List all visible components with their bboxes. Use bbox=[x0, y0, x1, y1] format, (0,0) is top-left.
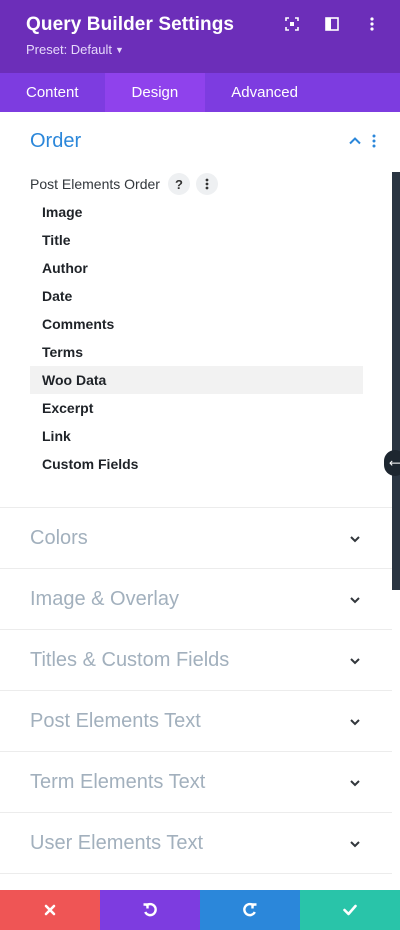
section-image-overlay[interactable]: Image & Overlay bbox=[0, 569, 392, 630]
focus-icon[interactable] bbox=[282, 14, 302, 34]
field-more-icon[interactable] bbox=[195, 173, 218, 195]
section-more-icon[interactable] bbox=[372, 134, 380, 150]
field-label: Post Elements Order bbox=[30, 176, 160, 192]
section-titles-custom-fields[interactable]: Titles & Custom Fields bbox=[0, 630, 392, 691]
tab-advanced[interactable]: Advanced bbox=[205, 73, 324, 112]
tab-design[interactable]: Design bbox=[104, 73, 206, 112]
section-label: Term Elements Text bbox=[30, 771, 206, 793]
caret-down-icon: ▼ bbox=[115, 45, 124, 55]
list-item-hovered[interactable]: Woo Data bbox=[30, 366, 363, 394]
list-item[interactable]: Comments bbox=[30, 310, 363, 338]
preset-label: Preset: Default bbox=[26, 42, 112, 57]
list-item[interactable]: Author bbox=[30, 254, 363, 282]
tab-bar: Content Design Advanced bbox=[0, 73, 400, 112]
section-term-elements-text[interactable]: Term Elements Text bbox=[0, 752, 392, 813]
modal-header: Query Builder Settings Preset: Default ▼ bbox=[0, 0, 400, 73]
action-bar bbox=[0, 890, 400, 930]
section-colors[interactable]: Colors bbox=[0, 508, 392, 569]
preset-selector[interactable]: Preset: Default ▼ bbox=[26, 42, 124, 57]
list-item[interactable]: Link bbox=[30, 422, 363, 450]
resize-handle-icon[interactable]: ⟷ bbox=[384, 450, 400, 476]
list-item[interactable]: Custom Fields bbox=[30, 450, 363, 478]
discard-button[interactable] bbox=[0, 890, 100, 930]
tab-content[interactable]: Content bbox=[0, 73, 105, 112]
section-label: Colors bbox=[30, 527, 88, 549]
chevron-down-icon bbox=[348, 593, 362, 607]
settings-panel: Order Post Elements Order ? Image Title … bbox=[0, 112, 392, 890]
sortable-list: Image Title Author Date Comments Terms W… bbox=[30, 198, 363, 478]
redo-icon bbox=[243, 902, 257, 917]
modal-title: Query Builder Settings bbox=[26, 14, 235, 35]
list-item[interactable]: Excerpt bbox=[30, 394, 363, 422]
more-vertical-icon[interactable] bbox=[362, 14, 382, 34]
redo-button[interactable] bbox=[200, 890, 300, 930]
split-view-icon[interactable] bbox=[322, 14, 342, 34]
close-icon bbox=[44, 904, 56, 916]
section-label: User Elements Text bbox=[30, 832, 204, 854]
chevron-down-icon bbox=[348, 654, 362, 668]
section-label: Post Elements Text bbox=[30, 710, 201, 732]
list-item[interactable]: Title bbox=[30, 226, 363, 254]
section-label: Image & Overlay bbox=[30, 588, 179, 610]
section-post-elements-text[interactable]: Post Elements Text bbox=[0, 691, 392, 752]
scrollbar[interactable] bbox=[392, 172, 400, 590]
list-item[interactable]: Image bbox=[30, 198, 363, 226]
chevron-down-icon bbox=[348, 532, 362, 546]
order-section-title[interactable]: Order bbox=[30, 130, 81, 153]
chevron-down-icon bbox=[348, 776, 362, 790]
post-elements-order-field: Post Elements Order ? bbox=[30, 173, 218, 195]
save-button[interactable] bbox=[300, 890, 400, 930]
help-icon[interactable]: ? bbox=[167, 173, 190, 195]
section-label: Titles & Custom Fields bbox=[30, 649, 230, 671]
list-item[interactable]: Date bbox=[30, 282, 363, 310]
list-item[interactable]: Terms bbox=[30, 338, 363, 366]
section-user-elements-text[interactable]: User Elements Text bbox=[0, 813, 392, 874]
chevron-down-icon bbox=[348, 837, 362, 851]
chevron-down-icon bbox=[348, 715, 362, 729]
undo-button[interactable] bbox=[100, 890, 200, 930]
order-section: Order Post Elements Order ? Image Title … bbox=[0, 112, 392, 508]
check-icon bbox=[343, 904, 357, 916]
undo-icon bbox=[143, 902, 157, 917]
chevron-up-icon[interactable] bbox=[348, 134, 362, 148]
